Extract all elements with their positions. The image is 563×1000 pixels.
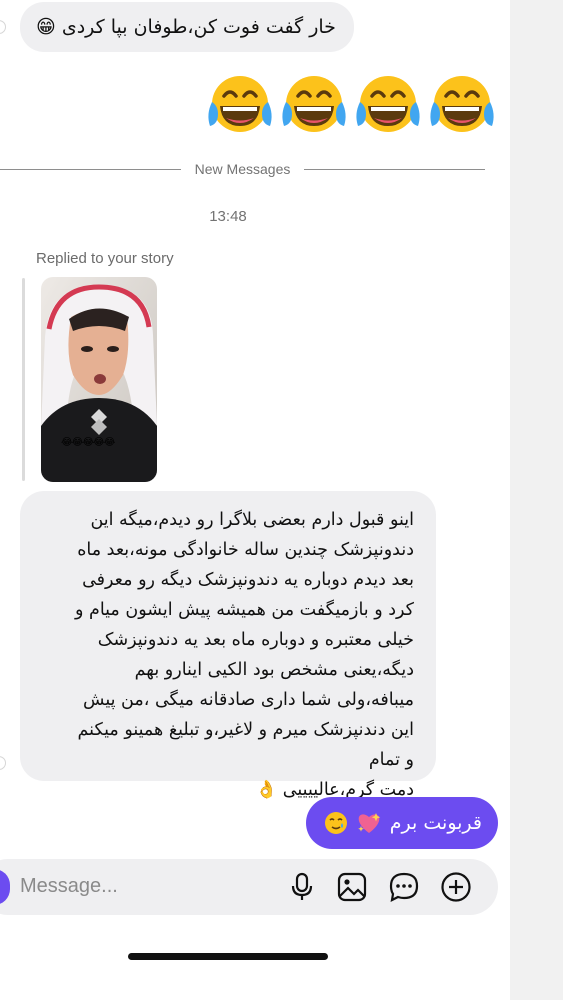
- message-line: دندونپزشک چندین ساله خانوادگی مونه،بعد م…: [77, 540, 414, 560]
- story-caption: 😂😂😂😂😂: [61, 437, 115, 448]
- tearful-smile-emoji: [324, 812, 347, 834]
- replied-to-story-label: Replied to your story: [36, 250, 174, 267]
- divider-line: [0, 168, 181, 170]
- new-messages-divider: New Messages: [0, 158, 486, 180]
- laughing-tears-emoji: [430, 76, 494, 132]
- divider-label: New Messages: [194, 161, 291, 177]
- message-text: خار گفت فوت کن،طوفان بپا کردی 😁: [36, 16, 336, 38]
- message-line: خیلی معتبره و دوباره ماه بعد یه دندونپزش…: [97, 630, 414, 650]
- message-line: اینو قبول دارم بعضی بلاگرا رو دیدم،میگه …: [90, 510, 414, 530]
- outgoing-message[interactable]: قربونت برم: [305, 797, 498, 849]
- message-input[interactable]: Message...: [20, 875, 118, 898]
- message-line: بعد دیدم دوباره یه دندونپزشک دیگه رو معر…: [82, 570, 414, 590]
- message-timestamp: 13:48: [209, 208, 247, 225]
- avatar[interactable]: [0, 756, 6, 770]
- message-line: کرد و بازمیگفت من همیشه پیش ایشون میام و: [74, 600, 414, 620]
- add-icon[interactable]: [437, 868, 475, 906]
- sticker-chat-icon[interactable]: [385, 868, 423, 906]
- message-line: دیگه،یعنی مشخص بود الکیی اینارو بهم: [134, 660, 414, 680]
- story-thumbnail[interactable]: 😂😂😂😂😂: [41, 277, 157, 482]
- home-indicator: [128, 953, 328, 960]
- message-line: میبافه،ولی شما داری صادقانه میگی ،من پیش: [83, 690, 414, 710]
- laughing-tears-emoji: [356, 76, 420, 132]
- laughing-tears-emoji: [208, 76, 272, 132]
- chat-screen: خار گفت فوت کن،طوفان بپا کردی 😁 New Mess…: [0, 0, 510, 1000]
- emoji-message[interactable]: [206, 72, 496, 140]
- gallery-icon[interactable]: [333, 868, 371, 906]
- sparkling-heart-emoji: [357, 813, 380, 833]
- divider-line: [304, 168, 486, 170]
- message-line: این دندنپزشک میرم و لاغیر،و تبلیغ همینو …: [77, 720, 414, 740]
- message-text: قربونت برم: [389, 812, 482, 834]
- avatar[interactable]: [0, 20, 6, 34]
- reply-indicator-bar: [22, 278, 25, 481]
- incoming-message[interactable]: خار گفت فوت کن،طوفان بپا کردی 😁: [20, 2, 354, 52]
- laughing-tears-emoji: [282, 76, 346, 132]
- message-line: و تمام: [368, 750, 414, 770]
- incoming-message[interactable]: اینو قبول دارم بعضی بلاگرا رو دیدم،میگه …: [20, 491, 436, 800]
- story-image: [41, 277, 157, 482]
- microphone-icon[interactable]: [283, 868, 321, 906]
